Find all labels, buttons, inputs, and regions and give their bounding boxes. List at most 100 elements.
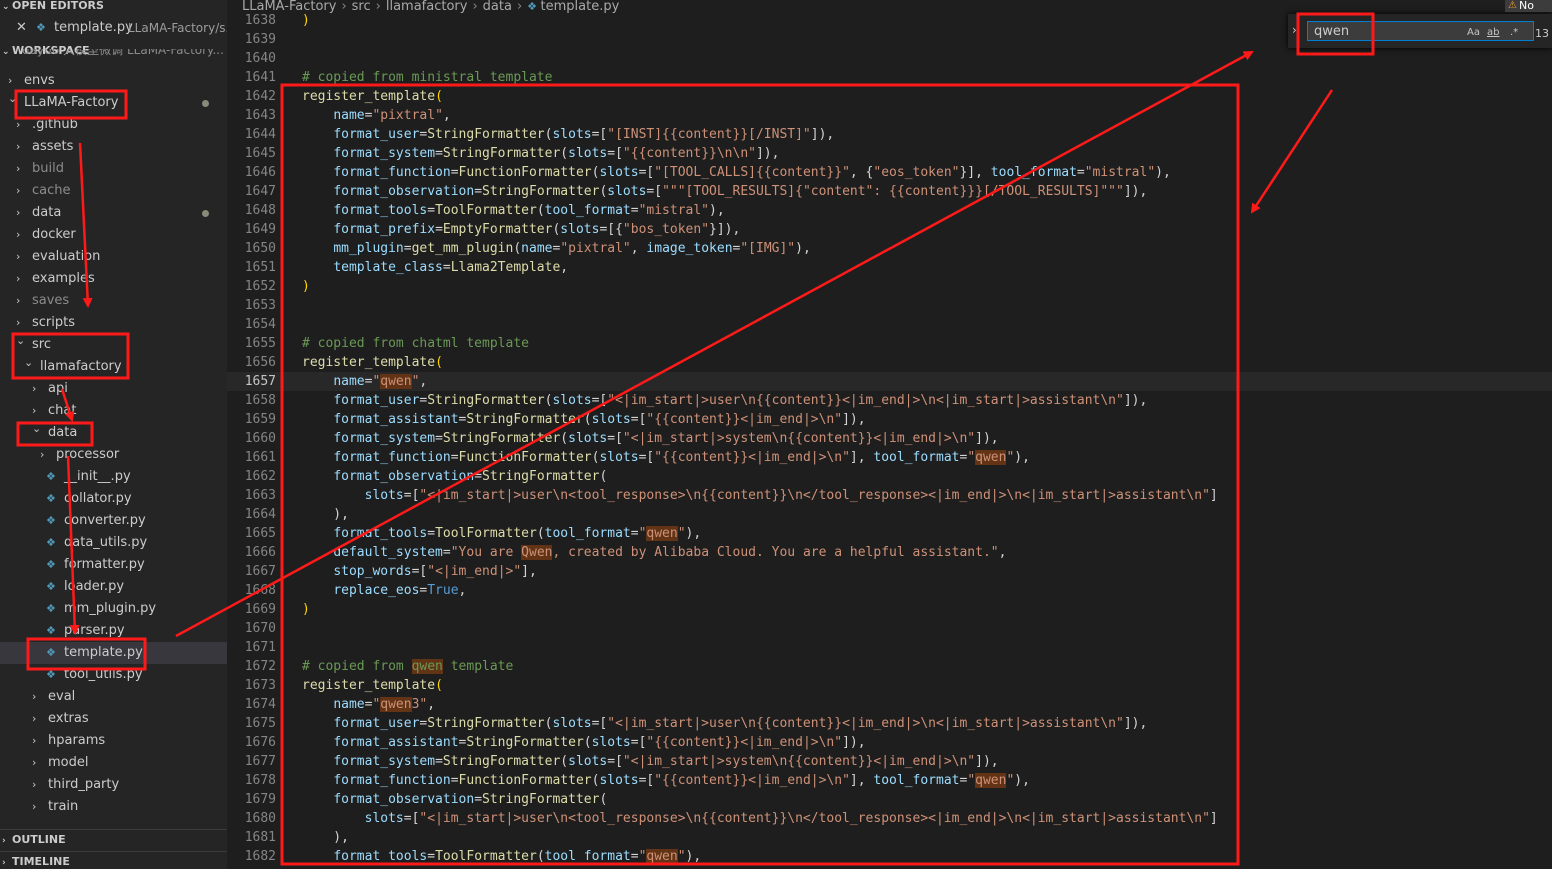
tree-file-tool-utils-py[interactable]: ❖ tool_utils.py [0, 664, 227, 686]
code-line[interactable]: 1665 format_tools=ToolFormatter(tool_for… [227, 524, 1552, 543]
code-line[interactable]: 1654 [227, 315, 1552, 334]
code-line[interactable]: 1662 format_observation=StringFormatter( [227, 467, 1552, 486]
line-text[interactable]: ) [302, 600, 310, 619]
toggle-replace-icon[interactable]: › [1292, 23, 1297, 37]
code-line[interactable]: 1673 register_template( [227, 676, 1552, 695]
line-text[interactable]: format_function=FunctionFormatter(slots=… [302, 448, 1030, 467]
code-line[interactable]: 1674 name="qwen3", [227, 695, 1552, 714]
line-text[interactable]: format_user=StringFormatter(slots=["<|im… [302, 714, 1147, 733]
code-line[interactable]: 1669) [227, 600, 1552, 619]
line-text[interactable]: replace_eos=True, [302, 581, 466, 600]
tree-folder-envs[interactable]: › envs [0, 70, 227, 92]
code-line[interactable]: 1680 slots=["<|im_start|>user\n<tool_res… [227, 809, 1552, 828]
open-editors-header[interactable]: ⌄ OPEN EDITORS [0, 0, 227, 16]
code-line[interactable]: 1682 format_tools=ToolFormatter(tool_for… [227, 847, 1552, 866]
tree-file-collator-py[interactable]: ❖ collator.py [0, 488, 227, 510]
find-input[interactable] [1307, 21, 1534, 41]
breadcrumb-item[interactable]: llamafactory [386, 0, 468, 14]
code-line[interactable]: 1663 slots=["<|im_start|>user\n<tool_res… [227, 486, 1552, 505]
tree-folder-build[interactable]: › build [0, 158, 227, 180]
open-editor-item[interactable]: ✕ ❖ template.py LLaMA-Factory/s... [0, 17, 227, 39]
code-lines[interactable]: 1638) 1639 1640 1641 # copied from ministral… [227, 0, 1552, 869]
code-line[interactable]: 1659 format_assistant=StringFormatter(sl… [227, 410, 1552, 429]
tree-folder-processor[interactable]: › processor [0, 444, 227, 466]
notification-badge[interactable]: ⚠ No [1505, 0, 1552, 12]
tree-folder-saves[interactable]: › saves [0, 290, 227, 312]
code-line[interactable]: 1671 [227, 638, 1552, 657]
code-line[interactable]: 1664 ), [227, 505, 1552, 524]
line-text[interactable]: register_template( [302, 676, 443, 695]
code-editor[interactable]: 1638) 1639 1640 1641 # copied from ministral… [227, 0, 1552, 869]
tree-folder-assets[interactable]: › assets [0, 136, 227, 158]
line-text[interactable]: ) [302, 277, 310, 296]
line-text[interactable]: format_user=StringFormatter(slots=["<|im… [302, 391, 1147, 410]
tree-folder-train[interactable]: › train [0, 796, 227, 818]
code-line[interactable]: 1679 format_observation=StringFormatter( [227, 790, 1552, 809]
line-text[interactable]: name="qwen3", [302, 695, 435, 714]
code-line[interactable]: 1666 default_system="You are Qwen, creat… [227, 543, 1552, 562]
tree-file-mm-plugin-py[interactable]: ❖ mm_plugin.py [0, 598, 227, 620]
code-line[interactable]: 1656 register_template( [227, 353, 1552, 372]
tree-folder-extras[interactable]: › extras [0, 708, 227, 730]
tree-folder-eval[interactable]: › eval [0, 686, 227, 708]
match-case-toggle[interactable]: Aa [1467, 27, 1480, 38]
workspace-root-folder[interactable]: day06 大模型微调 LLaMA-Factory... [0, 49, 227, 63]
line-text[interactable]: format_observation=StringFormatter(slots… [302, 182, 1147, 201]
code-line[interactable]: 1667 stop_words=["<|im_end|>"], [227, 562, 1552, 581]
line-text[interactable]: format_prefix=EmptyFormatter(slots=[{"bo… [302, 220, 740, 239]
outline-header[interactable]: › OUTLINE [0, 829, 227, 850]
tree-file-data-utils-py[interactable]: ❖ data_utils.py [0, 532, 227, 554]
code-line[interactable]: 1661 format_function=FunctionFormatter(s… [227, 448, 1552, 467]
breadcrumb-item[interactable]: data [483, 0, 512, 14]
line-text[interactable]: ), [302, 505, 349, 524]
code-line[interactable]: 1650 mm_plugin=get_mm_plugin(name="pixtr… [227, 239, 1552, 258]
code-line[interactable]: 1645 format_system=StringFormatter(slots… [227, 144, 1552, 163]
line-text[interactable]: mm_plugin=get_mm_plugin(name="pixtral", … [302, 239, 810, 258]
tree-folder-llama-factory[interactable]: ⌄ LLaMA-Factory [0, 92, 227, 114]
code-line[interactable]: 1649 format_prefix=EmptyFormatter(slots=… [227, 220, 1552, 239]
code-line[interactable]: 1640 [227, 49, 1552, 68]
code-line[interactable]: 1660 format_system=StringFormatter(slots… [227, 429, 1552, 448]
breadcrumb-item[interactable]: template.py [541, 0, 620, 14]
line-text[interactable]: default_system="You are Qwen, created by… [302, 543, 1006, 562]
code-line[interactable]: 1658 format_user=StringFormatter(slots=[… [227, 391, 1552, 410]
tree-file-formatter-py[interactable]: ❖ formatter.py [0, 554, 227, 576]
line-text[interactable]: format_observation=StringFormatter( [302, 790, 607, 809]
line-text[interactable]: # copied from chatml template [302, 334, 529, 353]
line-text[interactable]: name="qwen", [302, 372, 427, 391]
code-line[interactable]: 1652) [227, 277, 1552, 296]
code-line[interactable]: 1668 replace_eos=True, [227, 581, 1552, 600]
line-text[interactable]: format_system=StringFormatter(slots=["<|… [302, 752, 998, 771]
tree-file-loader-py[interactable]: ❖ loader.py [0, 576, 227, 598]
line-text[interactable]: # copied from qwen template [302, 657, 513, 676]
tree-file-template-py[interactable]: ❖ template.py [0, 642, 227, 664]
line-text[interactable]: format_tools=ToolFormatter(tool_format="… [302, 201, 724, 220]
code-line[interactable]: 1676 format_assistant=StringFormatter(sl… [227, 733, 1552, 752]
line-text[interactable]: ), [302, 828, 349, 847]
code-line[interactable]: 1657 name="qwen", [227, 372, 1552, 391]
tree-folder-scripts[interactable]: › scripts [0, 312, 227, 334]
line-text[interactable]: stop_words=["<|im_end|>"], [302, 562, 537, 581]
line-text[interactable]: slots=["<|im_start|>user\n<tool_response… [302, 809, 1218, 828]
line-text[interactable]: format_function=FunctionFormatter(slots=… [302, 771, 1030, 790]
code-line[interactable]: 1653 [227, 296, 1552, 315]
code-line[interactable]: 1655 # copied from chatml template [227, 334, 1552, 353]
line-text[interactable]: format_user=StringFormatter(slots=["[INS… [302, 125, 834, 144]
timeline-header[interactable]: › TIMELINE [0, 851, 227, 869]
regex-toggle[interactable]: .* [1510, 27, 1518, 38]
tree-folder-llamafactory[interactable]: ⌄ llamafactory [0, 356, 227, 378]
line-text[interactable]: register_template( [302, 353, 443, 372]
tree-file-parser-py[interactable]: ❖ parser.py [0, 620, 227, 642]
line-text[interactable]: slots=["<|im_start|>user\n<tool_response… [302, 486, 1218, 505]
tree-folder-cache[interactable]: › cache [0, 180, 227, 202]
breadcrumb-item[interactable]: src [352, 0, 371, 14]
code-line[interactable]: 1681 ), [227, 828, 1552, 847]
line-text[interactable]: register_template( [302, 87, 443, 106]
code-line[interactable]: 1643 name="pixtral", [227, 106, 1552, 125]
tree-file-init-py[interactable]: ❖ __init__.py [0, 466, 227, 488]
line-text[interactable]: format_observation=StringFormatter( [302, 467, 607, 486]
tree-folder-evaluation[interactable]: › evaluation [0, 246, 227, 268]
whole-word-toggle[interactable]: ab [1487, 27, 1499, 38]
tree-folder-data[interactable]: ⌄ data [0, 422, 227, 444]
tree-folder-third-party[interactable]: › third_party [0, 774, 227, 796]
